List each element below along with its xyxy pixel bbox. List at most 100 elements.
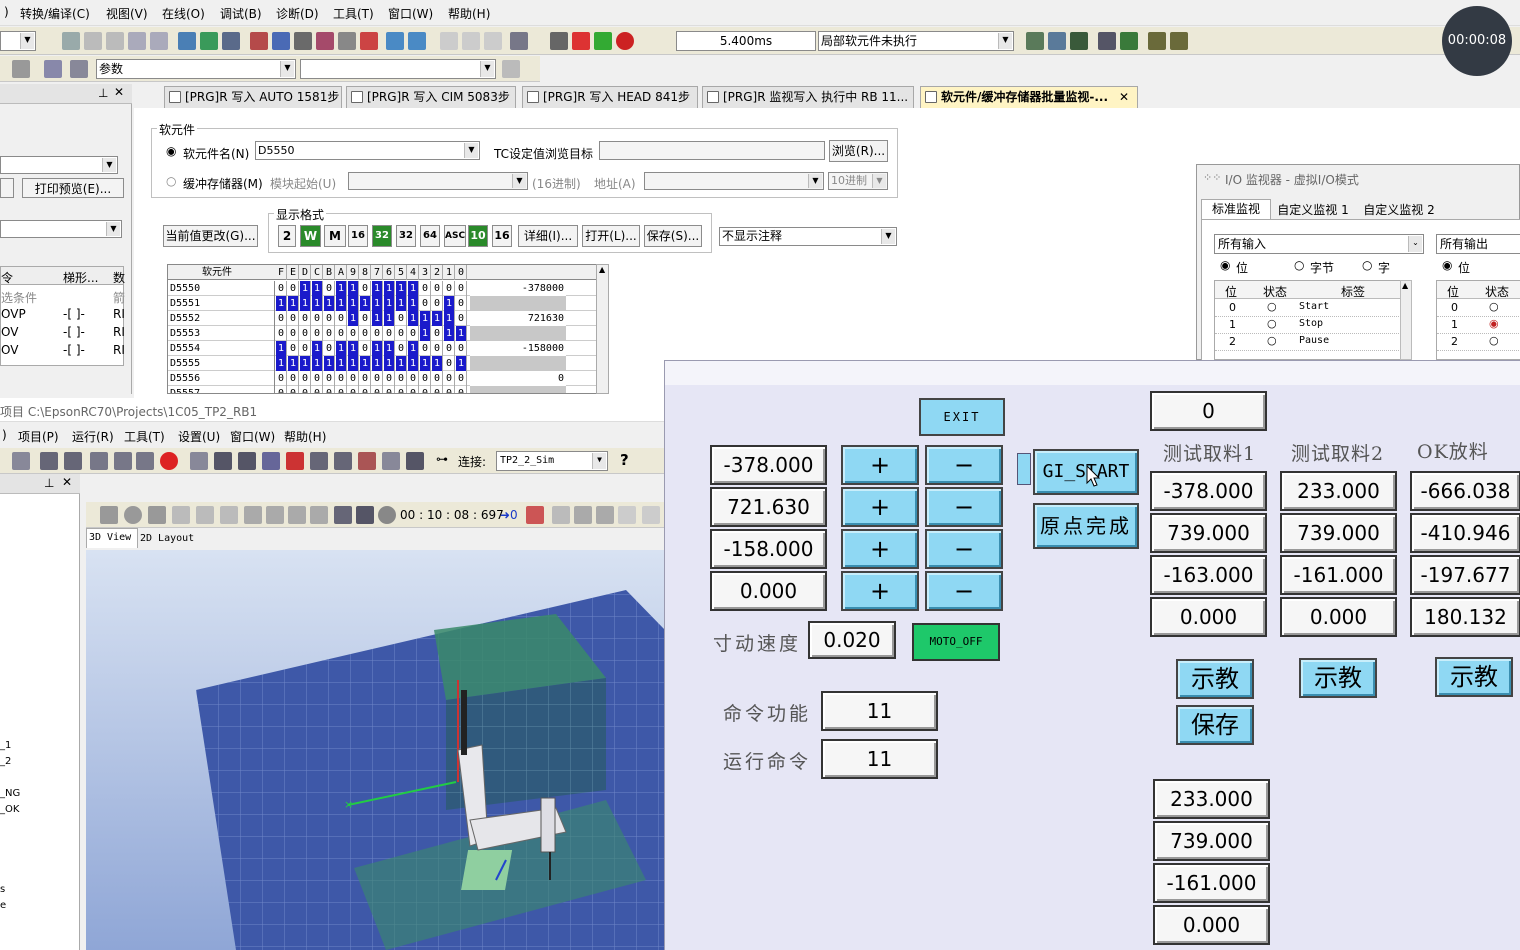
buffer-radio[interactable]: ○ xyxy=(166,174,176,188)
close-icon[interactable]: ✕ xyxy=(62,475,72,489)
layout-icon[interactable] xyxy=(244,506,262,524)
bit-cell[interactable]: 0 xyxy=(396,386,407,393)
comment-combo[interactable]: 不显示注释 ▼ xyxy=(719,227,897,246)
table-row[interactable]: D5557 0 0 0 0 0 0 0 0 0 0 0 0 0 0 0 0 xyxy=(168,386,608,393)
bit-cell[interactable]: 1 xyxy=(408,281,419,296)
run-icon[interactable] xyxy=(360,32,378,50)
bit-cell[interactable]: 0 xyxy=(300,341,311,356)
menu-tools[interactable]: 工具(T) xyxy=(124,428,165,445)
save-pick1-button[interactable]: 保存 xyxy=(1176,705,1254,745)
bit-cell[interactable]: 1 xyxy=(348,311,359,326)
box-icon[interactable] xyxy=(100,506,118,524)
toolbar-combo[interactable]: ▼ xyxy=(0,31,36,51)
io-state-icon[interactable]: ○ xyxy=(1267,334,1277,347)
grid-icon[interactable] xyxy=(40,452,58,470)
secondary-combo[interactable]: ▼ xyxy=(300,59,496,79)
bit-cell[interactable]: 0 xyxy=(456,371,467,386)
exit-button[interactable]: EXIT xyxy=(919,398,1005,436)
dev-icon[interactable] xyxy=(386,32,404,50)
io-state-icon[interactable]: ○ xyxy=(1267,300,1277,313)
bit-cell[interactable]: 0 xyxy=(312,326,323,341)
format-bin-button[interactable]: 2 xyxy=(278,225,296,247)
menu-help[interactable]: 帮助(H) xyxy=(448,5,490,22)
jog-z-plus-button[interactable]: + xyxy=(841,529,919,569)
jog-y-minus-button[interactable]: − xyxy=(925,487,1003,527)
menu-settings[interactable]: 设置(U) xyxy=(178,428,220,445)
pallet-icon[interactable] xyxy=(262,452,280,470)
tab-head[interactable]: [PRG]R 写入 HEAD 841步 xyxy=(522,86,698,108)
bit-cell[interactable]: 0 xyxy=(336,326,347,341)
list-item[interactable]: OV -[ ]- RI xyxy=(1,323,125,341)
menu-window[interactable]: 窗口(W) xyxy=(230,428,275,445)
vision-icon[interactable] xyxy=(358,452,376,470)
bit-cell[interactable]: 0 xyxy=(336,386,347,393)
table-row[interactable]: D5555 1 1 1 1 1 1 1 1 1 1 1 1 1 1 0 1 xyxy=(168,356,608,371)
zoom-icon[interactable] xyxy=(1098,32,1116,50)
hand-icon[interactable] xyxy=(266,506,284,524)
panel-small-button[interactable] xyxy=(0,178,14,198)
bit-cell[interactable]: 0 xyxy=(420,296,431,311)
bit-cell[interactable]: 0 xyxy=(360,311,371,326)
device-radio[interactable]: ◉ xyxy=(166,144,176,158)
bit-cell[interactable]: 0 xyxy=(372,326,383,341)
io-output-row[interactable]: 1 ◉ xyxy=(1437,317,1520,334)
table-row[interactable]: D5553 0 0 0 0 0 0 0 0 0 0 0 0 1 0 1 1 xyxy=(168,326,608,341)
bit-cell[interactable]: 0 xyxy=(456,341,467,356)
format-64real-button[interactable]: 64 xyxy=(420,225,440,247)
format-32real-button[interactable]: 32 xyxy=(396,225,416,247)
bit-cell[interactable]: 1 xyxy=(312,341,323,356)
input-combo[interactable]: 所有输入 ⌄ xyxy=(1214,234,1424,254)
bit-cell[interactable]: 0 xyxy=(300,326,311,341)
bit-cell[interactable]: 0 xyxy=(324,281,335,296)
sphere-icon[interactable] xyxy=(124,506,142,524)
panel-combo[interactable]: ▼ xyxy=(0,156,118,174)
bit-cell[interactable]: 0 xyxy=(276,386,287,393)
format-16bit-button[interactable]: 16 xyxy=(348,225,368,247)
bit-cell[interactable]: 0 xyxy=(324,311,335,326)
io-output-row[interactable]: 0 ○ xyxy=(1437,300,1520,317)
status-combo[interactable]: 局部软元件未执行 ▼ xyxy=(818,31,1014,51)
radio-out-bit[interactable]: ◉ xyxy=(1442,258,1452,272)
menu-debug[interactable]: 调试(B) xyxy=(220,5,262,22)
bit-cell[interactable]: 0 xyxy=(384,326,395,341)
bit-cell[interactable]: 1 xyxy=(408,296,419,311)
bit-cell[interactable]: 1 xyxy=(444,311,455,326)
bit-cell[interactable]: 0 xyxy=(444,341,455,356)
bit-cell[interactable]: 1 xyxy=(396,296,407,311)
help-icon[interactable] xyxy=(44,60,62,78)
bit-cell[interactable]: 0 xyxy=(288,311,299,326)
bit-cell[interactable]: 0 xyxy=(300,371,311,386)
bit-cell[interactable]: 1 xyxy=(312,296,323,311)
bit-cell[interactable]: 0 xyxy=(288,281,299,296)
bit-cell[interactable]: 1 xyxy=(288,296,299,311)
menu-project[interactable]: 项目(P) xyxy=(18,428,59,445)
bit-cell[interactable]: 0 xyxy=(288,386,299,393)
jog-x-minus-button[interactable]: − xyxy=(925,445,1003,485)
shape-icon[interactable] xyxy=(220,506,238,524)
bit-cell[interactable]: 1 xyxy=(384,311,395,326)
3d-view-canvas[interactable]: × xyxy=(86,550,665,950)
bit-cell[interactable]: 1 xyxy=(360,296,371,311)
bit-cell[interactable]: 1 xyxy=(312,356,323,371)
bit-cell[interactable]: 0 xyxy=(348,371,359,386)
jog-z-minus-button[interactable]: − xyxy=(925,529,1003,569)
bit-cell[interactable]: 0 xyxy=(420,281,431,296)
undo-icon[interactable] xyxy=(128,32,146,50)
bit-cell[interactable]: 1 xyxy=(444,296,455,311)
bit-cell[interactable]: 1 xyxy=(396,281,407,296)
address-input[interactable]: ▼ xyxy=(644,172,824,190)
tree-item[interactable]: _OK xyxy=(0,804,19,815)
bit-cell[interactable]: 0 xyxy=(432,371,443,386)
tab-device-monitor[interactable]: 软元件/缓冲存储器批量监视-... ✕ xyxy=(920,86,1138,108)
tree-item[interactable]: _1 xyxy=(0,740,11,751)
radio-bit[interactable]: ◉ xyxy=(1220,258,1230,272)
bit-cell[interactable]: 1 xyxy=(396,356,407,371)
table-icon[interactable] xyxy=(334,452,352,470)
wedge-icon[interactable] xyxy=(196,506,214,524)
tc-input[interactable] xyxy=(599,141,825,160)
bit-cell[interactable]: 1 xyxy=(372,296,383,311)
format-ascii-button[interactable]: ASC xyxy=(444,225,466,247)
tree-item[interactable]: _2 xyxy=(0,756,11,767)
bit-cell[interactable]: 1 xyxy=(408,356,419,371)
bit-cell[interactable]: 1 xyxy=(432,356,443,371)
